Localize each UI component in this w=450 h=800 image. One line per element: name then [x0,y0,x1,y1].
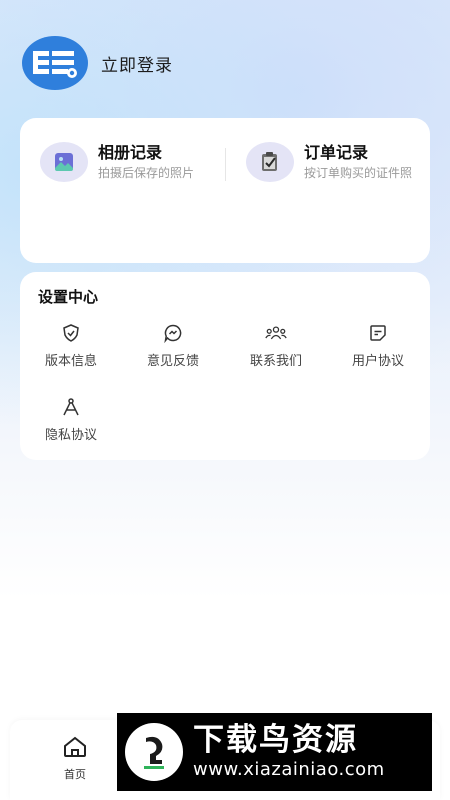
album-records-entry[interactable]: 相册记录 拍摄后保存的照片 [40,142,194,182]
album-records-title: 相册记录 [98,143,163,162]
photo-app-logo-icon[interactable] [22,36,88,90]
settings-item-user-agreement[interactable]: 用户协议 [333,322,423,369]
login-header[interactable]: 立即登录 [22,36,173,90]
album-records-subtitle: 拍摄后保存的照片 [98,166,195,180]
settings-item-label: 联系我们 [249,354,302,369]
settings-item-label: 隐私协议 [44,428,97,443]
settings-item-feedback[interactable]: 意见反馈 [128,322,218,369]
settings-item-privacy[interactable]: 隐私协议 [26,396,116,443]
chat-bubble-icon [162,322,184,344]
settings-title: 设置中心 [38,288,99,306]
nav-home[interactable]: 首页 [58,735,92,782]
group-icon [265,322,287,344]
order-records-entry[interactable]: 订单记录 按订单购买的证件照 [246,142,416,182]
watermark-banner: 下载鸟资源 www.xiazainiao.com [117,713,432,791]
watermark-url: www.xiazainiao.com [193,759,385,780]
login-link[interactable]: 立即登录 [101,51,173,76]
settings-item-label: 用户协议 [351,354,404,369]
home-icon [62,735,88,763]
settings-item-label: 意见反馈 [146,354,199,369]
order-records-subtitle: 按订单购买的证件照 [304,166,413,180]
settings-item-version[interactable]: 版本信息 [26,322,116,369]
settings-item-contact[interactable]: 联系我们 [231,322,321,369]
records-divider [225,148,226,181]
nav-home-label: 首页 [64,768,86,781]
bird-logo-icon [125,723,183,781]
settings-card: 设置中心 版本信息 意见反馈 联系我们 用户协议 隐私协议 [20,272,430,460]
picture-icon [40,142,88,182]
records-card: 相册记录 拍摄后保存的照片 订单记录 按订单购买的证件照 [20,118,430,263]
sticky-note-icon [367,322,389,344]
compass-icon [60,396,82,418]
settings-item-label: 版本信息 [44,354,97,369]
order-records-title: 订单记录 [304,143,369,162]
clipboard-check-icon [246,142,294,182]
watermark-title: 下载鸟资源 [193,722,358,758]
shield-check-icon [60,322,82,344]
